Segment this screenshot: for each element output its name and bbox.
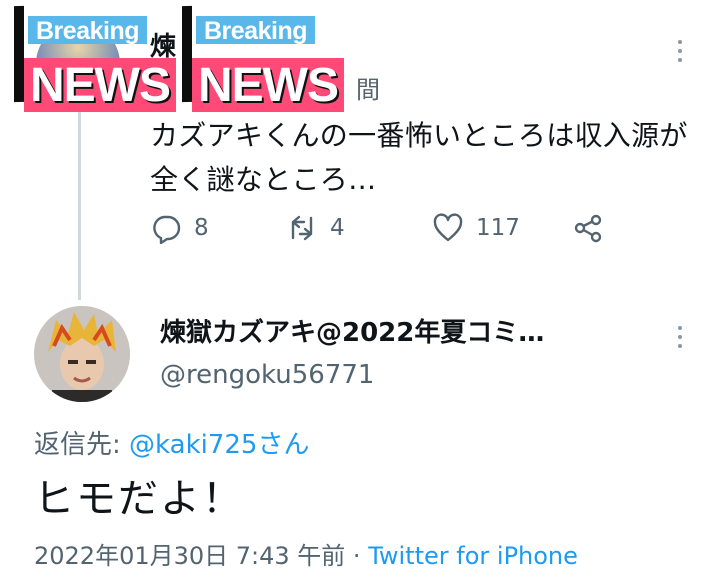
retweet-count: 4 <box>330 215 345 241</box>
heart-icon <box>433 213 463 242</box>
reply-to-mention-link[interactable]: @kaki725さん <box>129 430 309 460</box>
parent-tweet-text: カズアキくんの一番怖いところは収入源が全く謎なところ… <box>150 119 688 196</box>
reply-to-label: 返信先: <box>34 430 130 460</box>
news-bar <box>182 5 192 103</box>
reply-to-line: 返信先: @kaki725さん <box>34 424 309 461</box>
share-action[interactable] <box>572 212 604 244</box>
user-handle[interactable]: @rengoku56771 <box>160 360 374 390</box>
news-label: NEWS <box>24 58 176 112</box>
tweet-timestamp-line: 2022年01月30日 7:43 午前 · Twitter for iPhone <box>34 536 578 571</box>
speech-bubble-icon <box>153 215 181 244</box>
more-options-icon[interactable] <box>676 326 684 348</box>
thread-connector-line <box>78 110 81 300</box>
like-action[interactable]: 117 <box>432 212 520 244</box>
breaking-label: Breaking <box>28 16 147 45</box>
display-name[interactable]: 煉獄カズアキ@2022年夏コミ… <box>160 312 544 349</box>
tweet-source-link[interactable]: Twitter for iPhone <box>368 542 578 570</box>
parent-more-options-icon[interactable] <box>676 40 684 62</box>
retweet-action[interactable]: 4 <box>286 212 345 244</box>
tweet-text: ヒモだよ！ <box>34 476 244 522</box>
reply-count: 8 <box>194 215 209 241</box>
like-count: 117 <box>476 215 520 241</box>
avatar-photo <box>34 306 130 402</box>
breaking-label: Breaking <box>196 16 315 45</box>
news-label: NEWS <box>192 58 344 112</box>
breaking-news-overlay-right: Breaking NEWS <box>182 5 372 112</box>
retweet-arrows-icon <box>291 215 313 241</box>
reply-action[interactable]: 8 <box>150 212 209 244</box>
tweet-timestamp[interactable]: 2022年01月30日 7:43 午前 · <box>34 542 368 570</box>
user-avatar[interactable] <box>34 306 130 402</box>
news-bar <box>14 5 24 103</box>
breaking-news-overlay-left: Breaking NEWS <box>14 5 204 112</box>
share-nodes-icon <box>574 214 602 243</box>
